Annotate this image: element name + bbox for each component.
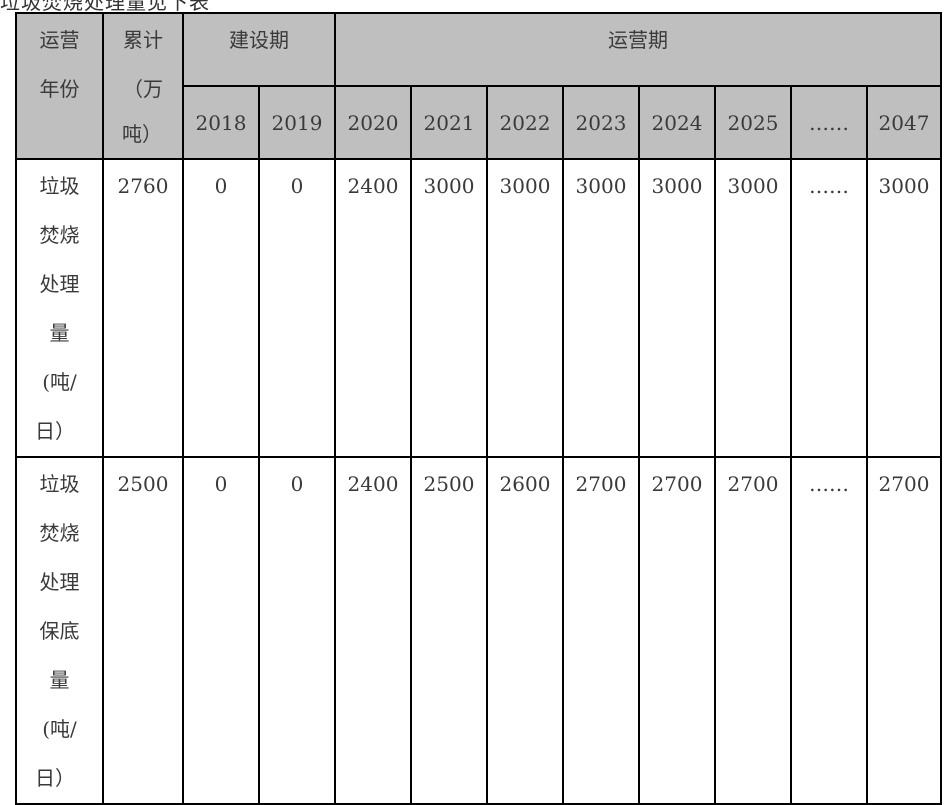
- cell-value: 3000: [878, 174, 930, 198]
- header-year-cell: 2024: [638, 85, 716, 160]
- value-cell: 2700: [638, 456, 716, 805]
- row-label-line: 焚烧: [39, 521, 80, 545]
- row-label-line: 焚烧: [39, 223, 80, 247]
- value-cell: 2700: [714, 456, 792, 805]
- cell-value: 2400: [347, 174, 399, 198]
- value-cell: 2700: [866, 456, 942, 805]
- header-year-ellipsis-cell: ……: [790, 85, 868, 160]
- header-year-cell: 2020: [334, 85, 412, 160]
- header-cumulative-line: 累计: [123, 28, 163, 52]
- header-operation-period: 运营期: [334, 12, 942, 87]
- row-label-line: 保底: [39, 619, 80, 643]
- cell-value: 2500: [423, 472, 475, 496]
- cumulative-value: 2500: [117, 472, 169, 496]
- header-year-cell: 2022: [486, 85, 564, 160]
- cell-value: 3000: [499, 174, 551, 198]
- table-row-incineration-volume: 垃圾 焚烧 处理 量 (吨/ 日） 2760 0 0 2400 3000 300…: [15, 158, 942, 458]
- header-year-cell: 2047: [866, 85, 942, 160]
- header-year-cell: 2025: [714, 85, 792, 160]
- value-cell: 2700: [562, 456, 640, 805]
- header-construction-period: 建设期: [182, 12, 336, 87]
- row-label-line: 日）: [35, 766, 75, 790]
- cell-value: 3000: [423, 174, 475, 198]
- cell-value: 0: [214, 174, 228, 198]
- cell-value: 2700: [575, 472, 627, 496]
- value-cell: 2600: [486, 456, 564, 805]
- row-label-line: 量: [49, 668, 70, 692]
- value-cell: 2400: [334, 456, 412, 805]
- header-row-periods: 运营 年份 累计 （万 吨） 建设期 运营期: [15, 12, 942, 160]
- row-label-line: 日）: [35, 419, 75, 443]
- value-cell: 0: [258, 158, 336, 458]
- header-cumulative-line: 吨）: [122, 122, 162, 146]
- row-label-line: 垃圾: [39, 472, 80, 496]
- waste-incineration-table: 运营 年份 累计 （万 吨） 建设期 运营期 2018 2019 2020 20…: [15, 12, 942, 805]
- value-cell: 2500: [410, 456, 488, 805]
- value-cell: 0: [182, 456, 260, 805]
- cell-value: 3000: [727, 174, 779, 198]
- table-row-guaranteed-volume: 垃圾 焚烧 处理 保底 量 (吨/ 日） 2500 0 0 2400 2500 …: [15, 456, 942, 805]
- cumulative-value: 2760: [117, 174, 169, 198]
- header-year-cell: 2023: [562, 85, 640, 160]
- value-cell: 2400: [334, 158, 412, 458]
- cumulative-cell: 2760: [102, 158, 184, 458]
- cell-value: 2600: [499, 472, 551, 496]
- header-year-label-line: 运营: [39, 28, 80, 52]
- row-label-line: 量: [49, 321, 70, 345]
- cell-value: 2700: [878, 472, 930, 496]
- ellipsis-cell: ……: [790, 158, 868, 458]
- header-year-label: 运营 年份: [15, 12, 104, 160]
- cell-value: 3000: [651, 174, 703, 198]
- cell-value: ……: [809, 472, 849, 496]
- row-label-line: 处理: [39, 272, 80, 296]
- header-year-cell: 2018: [182, 85, 260, 160]
- cell-value: 2400: [347, 472, 399, 496]
- row-label: 垃圾 焚烧 处理 保底 量 (吨/ 日）: [15, 456, 104, 805]
- cell-value: 3000: [575, 174, 627, 198]
- value-cell: 3000: [866, 158, 942, 458]
- value-cell: 3000: [410, 158, 488, 458]
- operation-period-label: 运营期: [608, 28, 668, 52]
- header-cumulative-label: 累计 （万 吨）: [102, 12, 184, 160]
- cell-value: 2700: [651, 472, 703, 496]
- cell-value: 0: [214, 472, 228, 496]
- row-label-line: 垃圾: [39, 174, 80, 198]
- cell-value: 2700: [727, 472, 779, 496]
- ellipsis-cell: ……: [790, 456, 868, 805]
- row-label-line: 处理: [39, 570, 80, 594]
- header-year-label-line: 年份: [39, 77, 80, 101]
- row-label-line: (吨/: [42, 370, 77, 394]
- cell-value: 0: [290, 174, 304, 198]
- cell-value: 0: [290, 472, 304, 496]
- header-year-cell: 2021: [410, 85, 488, 160]
- value-cell: 3000: [562, 158, 640, 458]
- cell-value: ……: [809, 174, 849, 198]
- value-cell: 0: [182, 158, 260, 458]
- row-label-line: (吨/: [42, 717, 77, 741]
- header-cumulative-line: （万: [123, 77, 163, 101]
- construction-period-label: 建设期: [229, 28, 289, 52]
- cumulative-cell: 2500: [102, 456, 184, 805]
- header-year-cell: 2019: [258, 85, 336, 160]
- row-label: 垃圾 焚烧 处理 量 (吨/ 日）: [15, 158, 104, 458]
- value-cell: 0: [258, 456, 336, 805]
- value-cell: 3000: [638, 158, 716, 458]
- value-cell: 3000: [486, 158, 564, 458]
- value-cell: 3000: [714, 158, 792, 458]
